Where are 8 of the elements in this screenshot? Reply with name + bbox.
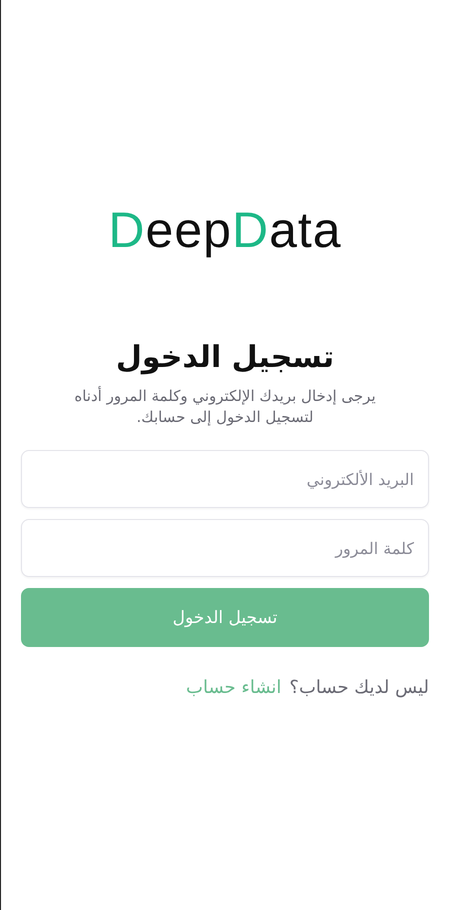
- email-field[interactable]: البريد الألكتروني: [21, 450, 429, 508]
- subtitle: يرجى إدخال بريدك الإلكتروني وكلمة المرور أدناه لتسجيل الدخول إلى حسابك.: [73, 386, 377, 428]
- password-field[interactable]: كلمة المرور: [21, 519, 429, 577]
- signup-link[interactable]: انشاء حساب: [186, 677, 282, 698]
- logo: DeepData: [108, 201, 342, 260]
- login-button[interactable]: تسجيل الدخول: [21, 588, 429, 647]
- page-title: تسجيل الدخول: [116, 339, 334, 377]
- signup-prompt: ليس لديك حساب؟: [289, 677, 429, 698]
